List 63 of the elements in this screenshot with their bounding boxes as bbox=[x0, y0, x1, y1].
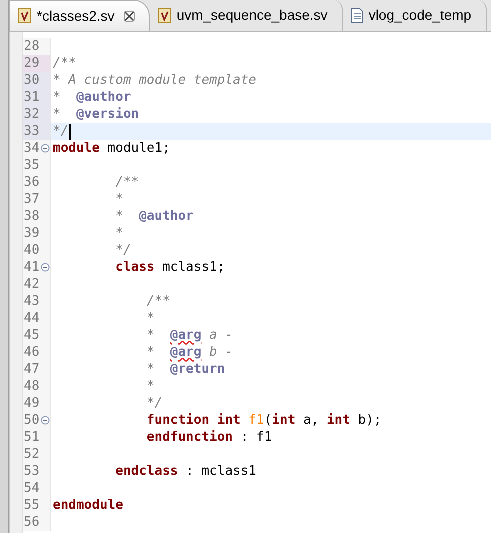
line-number: 51 bbox=[23, 429, 40, 446]
code-line: /** bbox=[114, 174, 140, 191]
line-number: 46 bbox=[23, 344, 40, 361]
code-line: * @version bbox=[53, 106, 140, 123]
code-line: * @author bbox=[53, 89, 132, 106]
code-line: * @author bbox=[114, 208, 194, 225]
editor-tab[interactable]: *classes2.sv bbox=[9, 0, 150, 31]
line-number: 42 bbox=[23, 276, 40, 293]
line-number: 52 bbox=[23, 446, 40, 463]
line-number: 41 bbox=[23, 259, 40, 276]
line-number: 49 bbox=[23, 395, 40, 412]
code-line: * @arg b - bbox=[146, 344, 234, 361]
fold-icon[interactable] bbox=[40, 144, 50, 153]
fold-icon[interactable] bbox=[40, 416, 50, 425]
code-line: */ bbox=[53, 123, 69, 140]
line-number: 54 bbox=[23, 480, 40, 497]
code-line: * bbox=[114, 225, 124, 242]
line-number: 30 bbox=[23, 72, 40, 89]
editor-tab[interactable]: uvm_sequence_base.sv bbox=[150, 0, 343, 31]
line-number: 33 bbox=[23, 123, 40, 140]
code-line: * @arg a - bbox=[146, 327, 234, 344]
code-line: endfunction : f1 bbox=[146, 429, 272, 446]
fold-icon[interactable] bbox=[40, 263, 50, 272]
line-number: 47 bbox=[23, 361, 40, 378]
line-number: 39 bbox=[23, 225, 40, 242]
line-number: 28 bbox=[23, 38, 40, 55]
line-number: 50 bbox=[23, 412, 40, 429]
code-line: * @return bbox=[146, 361, 226, 378]
code-line: function int f1(int a, int b); bbox=[146, 412, 382, 429]
line-number: 34 bbox=[23, 140, 40, 157]
line-number: 31 bbox=[23, 89, 40, 106]
text-cursor bbox=[68, 124, 71, 140]
code-line: endclass : mclass1 bbox=[114, 463, 257, 480]
line-number: 45 bbox=[23, 327, 40, 344]
code-line: class mclass1; bbox=[114, 259, 226, 276]
line-number: 44 bbox=[23, 310, 40, 327]
code-line: /** bbox=[146, 293, 170, 310]
code-line: * A custom module template bbox=[53, 72, 256, 89]
line-number: 35 bbox=[23, 157, 40, 174]
code-line: module module1; bbox=[53, 140, 170, 157]
line-number: 48 bbox=[23, 378, 40, 395]
line-number: 55 bbox=[23, 497, 40, 514]
code-line: */ bbox=[146, 395, 163, 412]
document-icon bbox=[350, 8, 364, 24]
code-line: * bbox=[114, 191, 124, 208]
code-line: */ bbox=[114, 242, 132, 259]
editor-tab[interactable]: vlog_code_temp bbox=[342, 0, 487, 31]
line-number: 37 bbox=[23, 191, 40, 208]
file-icon bbox=[158, 8, 172, 24]
line-number: 32 bbox=[23, 106, 40, 123]
code-line: /** bbox=[53, 55, 76, 72]
line-number: 40 bbox=[23, 242, 40, 259]
line-number: 36 bbox=[23, 174, 40, 191]
line-number: 56 bbox=[23, 514, 40, 531]
file-icon bbox=[18, 8, 32, 24]
line-number: 38 bbox=[23, 208, 40, 225]
line-number: 53 bbox=[23, 463, 40, 480]
close-icon[interactable] bbox=[124, 10, 135, 22]
line-number: 29 bbox=[23, 55, 40, 72]
code-line: * bbox=[146, 378, 155, 395]
line-number: 43 bbox=[23, 293, 40, 310]
code-line: endmodule bbox=[53, 497, 124, 514]
code-line: * bbox=[146, 310, 155, 327]
